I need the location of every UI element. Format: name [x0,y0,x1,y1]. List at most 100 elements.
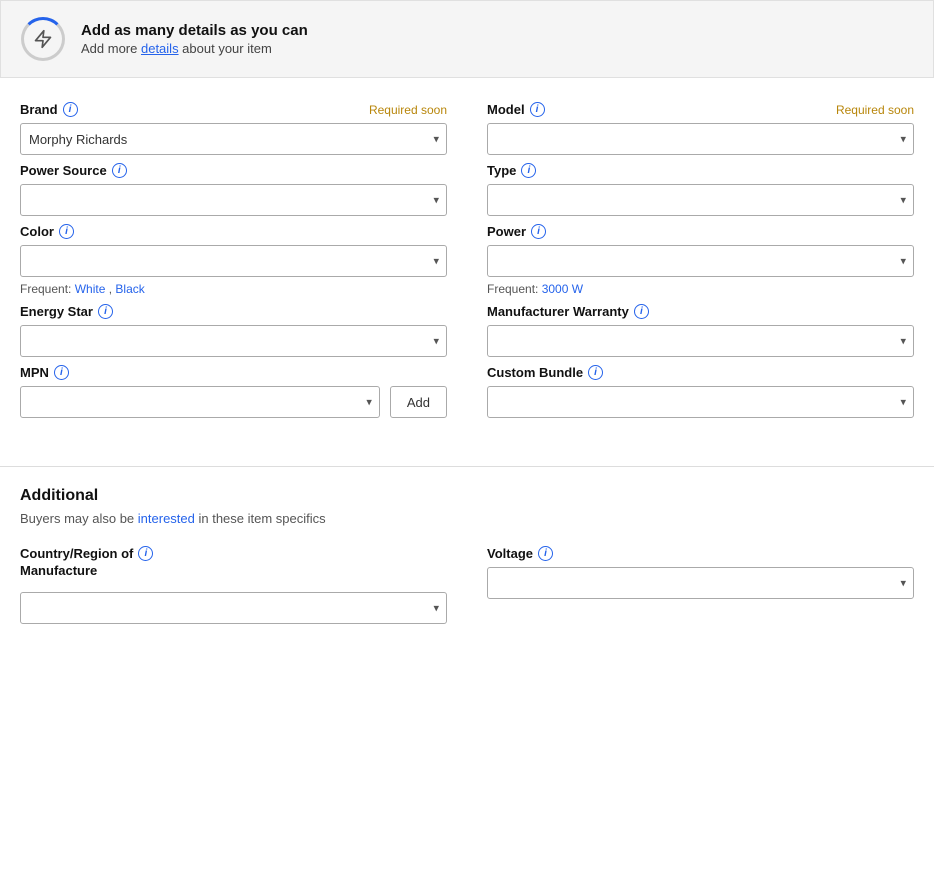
field-mpn: MPN i ▾ Add [20,365,447,418]
brand-select[interactable]: Morphy Richards Philips Bosch Samsung [20,123,447,155]
warranty-label-left: Manufacturer Warranty i [487,304,649,319]
model-info-icon[interactable]: i [530,102,545,117]
additional-subtitle: Buyers may also be interested in these i… [20,511,914,526]
field-power: Power i 3000 W 2000 W 1500 W 1000 W ▾ Fr… [487,224,914,296]
additional-subtitle-link[interactable]: interested [138,511,195,526]
country-info-icon[interactable]: i [138,546,153,561]
header-subtitle: Add more details about your item [81,41,308,56]
color-info-icon[interactable]: i [59,224,74,239]
custom-bundle-info-icon[interactable]: i [588,365,603,380]
voltage-select-wrapper: 220V 110V 240V ▾ [487,567,914,599]
color-label-text: Color [20,224,54,239]
type-label-row: Type i [487,163,914,178]
power-select-wrapper: 3000 W 2000 W 1500 W 1000 W ▾ [487,245,914,277]
field-brand: Brand i Required soon Morphy Richards Ph… [20,102,447,155]
type-label-text: Type [487,163,516,178]
mpn-select-wrapper: ▾ [20,386,380,418]
energy-star-label-row: Energy Star i [20,304,447,319]
energy-star-info-icon[interactable]: i [98,304,113,319]
color-frequent-black[interactable]: Black [115,282,144,296]
energy-star-label-left: Energy Star i [20,304,113,319]
color-label-left: Color i [20,224,74,239]
power-source-select[interactable]: Electric Battery Manual Solar [20,184,447,216]
power-source-label-text: Power Source [20,163,107,178]
color-frequent-white[interactable]: White [75,282,106,296]
country-select[interactable]: United Kingdom Germany China USA [20,592,447,624]
row-power-source-type: Power Source i Electric Battery Manual S… [20,163,914,216]
row-country-voltage: Country/Region ofManufacture i United Ki… [20,546,914,624]
power-source-info-icon[interactable]: i [112,163,127,178]
additional-section: Additional Buyers may also be interested… [0,487,934,652]
power-frequent-label: Frequent: [487,282,542,296]
mpn-info-icon[interactable]: i [54,365,69,380]
header-text: Add as many details as you can Add more … [81,22,308,56]
field-voltage: Voltage i 220V 110V 240V ▾ [487,546,914,624]
additional-title: Additional [20,487,914,505]
custom-bundle-select-wrapper: Yes No ▾ [487,386,914,418]
power-label-row: Power i [487,224,914,239]
brand-required-soon: Required soon [369,103,447,117]
voltage-label-left: Voltage i [487,546,553,561]
power-frequent-row: Frequent: 3000 W [487,282,914,296]
field-custom-bundle: Custom Bundle i Yes No ▾ [487,365,914,418]
energy-star-select-wrapper: Yes No ▾ [20,325,447,357]
bolt-icon [33,29,53,49]
model-label-left: Model i [487,102,545,117]
color-frequent-row: Frequent: White , Black [20,282,447,296]
custom-bundle-label-left: Custom Bundle i [487,365,603,380]
mpn-label-left: MPN i [20,365,69,380]
brand-info-icon[interactable]: i [63,102,78,117]
warranty-info-icon[interactable]: i [634,304,649,319]
type-label-left: Type i [487,163,536,178]
section-divider [0,466,934,467]
custom-bundle-label-text: Custom Bundle [487,365,583,380]
mpn-label-text: MPN [20,365,49,380]
mpn-select[interactable] [20,386,380,418]
power-source-label-row: Power Source i [20,163,447,178]
progress-icon-circle [21,17,65,61]
header-title: Add as many details as you can [81,22,308,39]
brand-select-wrapper: Morphy Richards Philips Bosch Samsung ▾ [20,123,447,155]
power-label-left: Power i [487,224,546,239]
field-color: Color i White Black Silver Red ▾ Frequen… [20,224,447,296]
country-label-text: Country/Region ofManufacture [20,546,133,580]
mpn-add-button[interactable]: Add [390,386,447,418]
color-label-row: Color i [20,224,447,239]
row-energy-warranty: Energy Star i Yes No ▾ Manufacturer Warr… [20,304,914,357]
country-select-wrapper: United Kingdom Germany China USA ▾ [20,592,447,624]
type-select[interactable] [487,184,914,216]
field-power-source: Power Source i Electric Battery Manual S… [20,163,447,216]
power-select[interactable]: 3000 W 2000 W 1500 W 1000 W [487,245,914,277]
power-source-label-left: Power Source i [20,163,127,178]
color-select-wrapper: White Black Silver Red ▾ [20,245,447,277]
country-label-left: Country/Region ofManufacture i [20,546,153,580]
power-label-text: Power [487,224,526,239]
brand-label-row: Brand i Required soon [20,102,447,117]
custom-bundle-select[interactable]: Yes No [487,386,914,418]
energy-star-select[interactable]: Yes No [20,325,447,357]
voltage-label-row: Voltage i [487,546,914,561]
color-frequent-label: Frequent: [20,282,75,296]
voltage-select[interactable]: 220V 110V 240V [487,567,914,599]
brand-label-left: Brand i [20,102,78,117]
row-color-power: Color i White Black Silver Red ▾ Frequen… [20,224,914,296]
type-info-icon[interactable]: i [521,163,536,178]
header-subtitle-link[interactable]: details [141,41,179,56]
voltage-info-icon[interactable]: i [538,546,553,561]
power-info-icon[interactable]: i [531,224,546,239]
field-energy-star: Energy Star i Yes No ▾ [20,304,447,357]
color-select[interactable]: White Black Silver Red [20,245,447,277]
model-select[interactable] [487,123,914,155]
row-brand-model: Brand i Required soon Morphy Richards Ph… [20,102,914,155]
mpn-label-row: MPN i [20,365,447,380]
voltage-label-text: Voltage [487,546,533,561]
custom-bundle-label-row: Custom Bundle i [487,365,914,380]
model-select-wrapper: ▾ [487,123,914,155]
energy-star-label-text: Energy Star [20,304,93,319]
warranty-select-wrapper: 1 Year 2 Years 3 Years No Warranty ▾ [487,325,914,357]
main-form: Brand i Required soon Morphy Richards Ph… [0,102,934,446]
power-frequent-3000w[interactable]: 3000 W [542,282,583,296]
warranty-select[interactable]: 1 Year 2 Years 3 Years No Warranty [487,325,914,357]
field-country-region: Country/Region ofManufacture i United Ki… [20,546,447,624]
type-select-wrapper: ▾ [487,184,914,216]
